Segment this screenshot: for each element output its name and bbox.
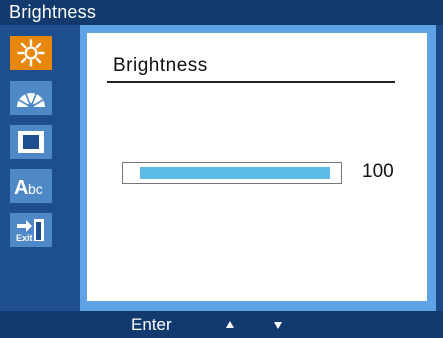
osd-menu: Brightness A bc Exit Brightness 100 Ente…: [0, 0, 443, 338]
sidebar-menu: A bc Exit: [0, 25, 80, 311]
enter-hint: Enter: [131, 315, 172, 334]
svg-text:A: A: [14, 177, 28, 199]
sidebar-item-brightness[interactable]: [10, 36, 52, 70]
title-bar: Brightness: [0, 0, 443, 25]
sidebar-item-image[interactable]: [10, 125, 52, 159]
slider-value: 100: [362, 161, 394, 182]
bottom-bar: Enter: [0, 311, 443, 338]
settings-panel: Brightness 100: [87, 33, 427, 301]
color-icon: [17, 93, 45, 109]
panel-title: Brightness: [113, 55, 208, 76]
sidebar-item-language[interactable]: A bc: [10, 169, 52, 203]
brightness-slider[interactable]: [122, 162, 342, 184]
brightness-icon: [17, 39, 45, 67]
arrow-up-icon: [226, 321, 234, 328]
exit-icon: Exit: [16, 219, 44, 243]
sidebar-item-exit[interactable]: Exit: [10, 213, 52, 247]
title-divider: [107, 81, 395, 83]
arrow-down-icon: [274, 322, 282, 329]
sidebar-item-color[interactable]: [10, 81, 52, 115]
svg-text:bc: bc: [28, 181, 43, 197]
content-area: Brightness 100: [80, 25, 436, 311]
language-icon: A bc: [14, 177, 43, 199]
window-title: Brightness: [9, 2, 97, 22]
svg-text:Exit: Exit: [16, 233, 33, 243]
image-icon: [18, 131, 44, 153]
slider-fill: [140, 167, 330, 179]
